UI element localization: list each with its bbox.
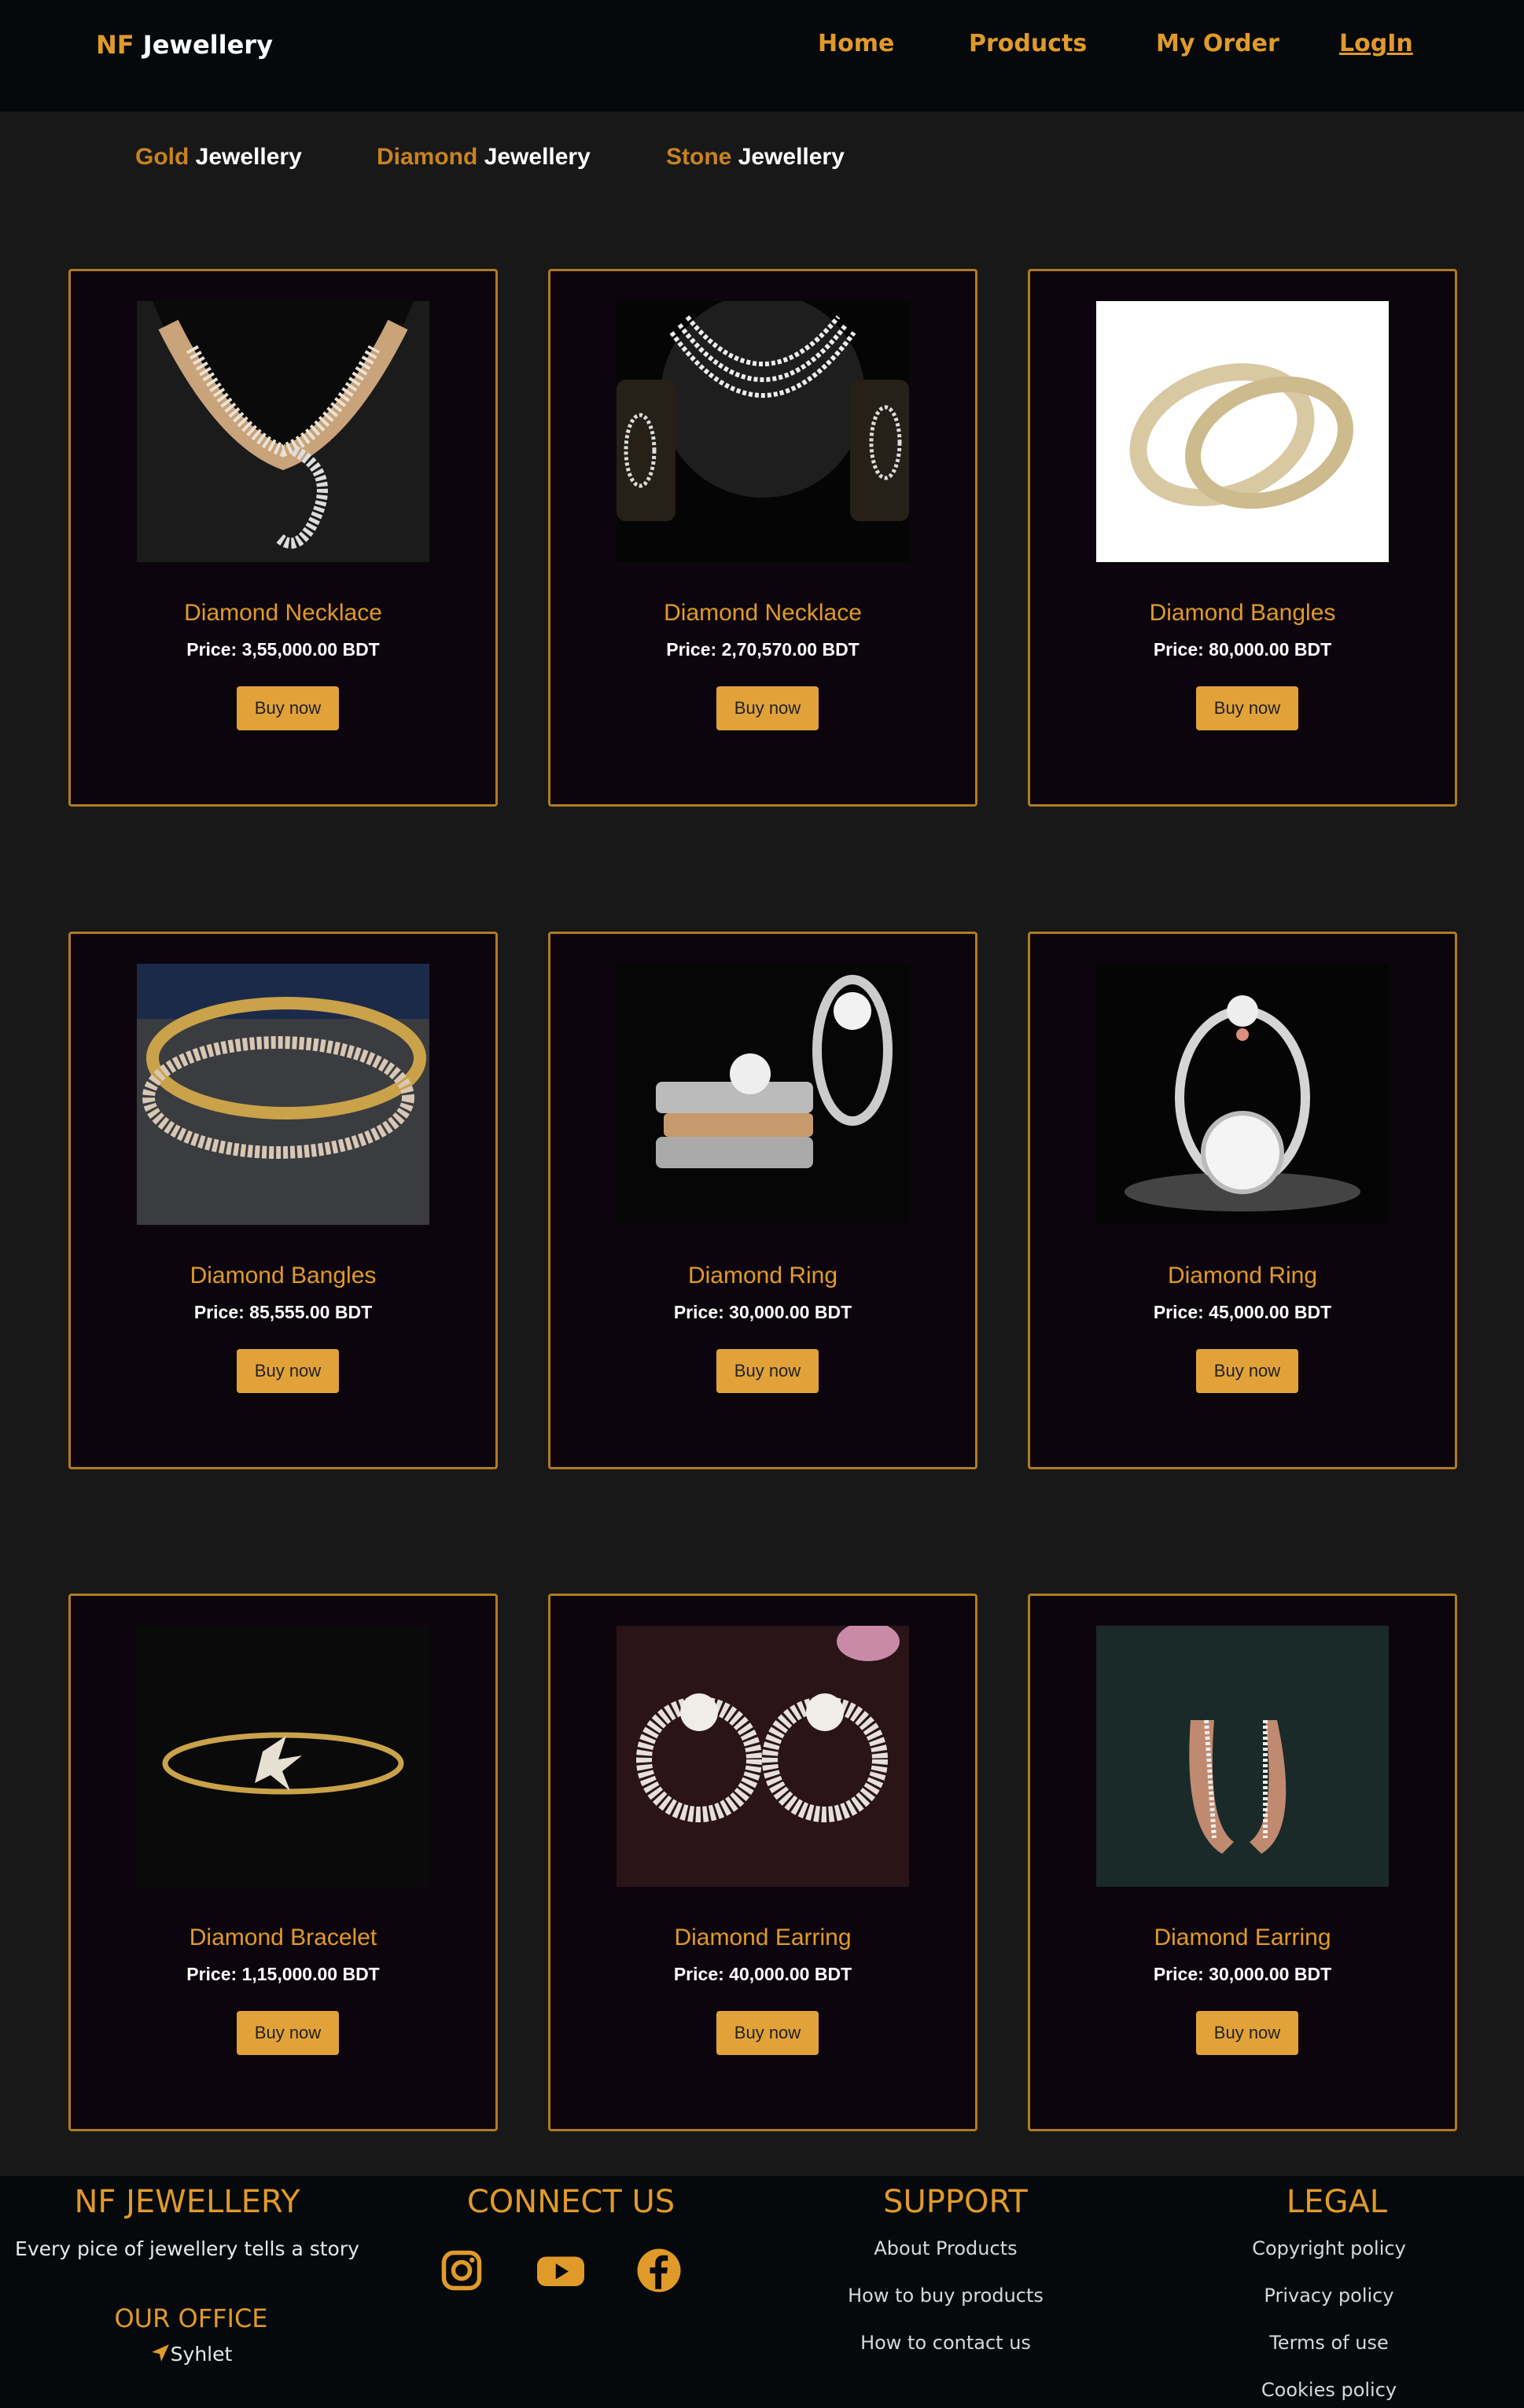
buy-now-button[interactable]: Buy now [1196,2011,1298,2055]
buy-now-button[interactable]: Buy now [1196,1349,1298,1393]
product-price: Price: 1,15,000.00 BDT [186,1964,380,1984]
support-title: SUPPORT [883,2184,1028,2220]
brand-logo[interactable]: NF Jewellery [96,30,273,60]
buy-now-button[interactable]: Buy now [716,1349,819,1393]
product-image-necklace[interactable] [617,301,909,562]
legal-title: LEGAL [1286,2184,1388,2220]
nav-products[interactable]: Products [969,30,1087,57]
product-name: Diamond Necklace [184,600,382,626]
category-gold[interactable]: Gold Jewellery [135,144,302,171]
product-price: Price: 80,000.00 BDT [1153,639,1332,660]
product-card: Diamond Bracelet Price: 1,15,000.00 BDT … [68,1594,498,2131]
location-arrow-icon [150,2343,171,2368]
nav-home[interactable]: Home [818,30,894,57]
product-price: Price: 2,70,570.00 BDT [666,639,860,660]
office-city: Syhlet [170,2343,233,2366]
buy-now-button[interactable]: Buy now [237,686,339,730]
product-card: Diamond Ring Price: 30,000.00 BDT Buy no… [548,932,977,1469]
office-title: OUR OFFICE [114,2303,268,2333]
product-image-bangles[interactable] [1096,301,1389,562]
legal-link-cookies[interactable]: Cookies policy [1144,2379,1514,2401]
support-link-how-to-contact[interactable]: How to contact us [786,2332,1105,2354]
product-image-necklace[interactable] [137,301,429,562]
product-card: Diamond Necklace Price: 3,55,000.00 BDT … [68,269,498,807]
category-gold-accent: Gold [135,144,190,170]
product-image-ring[interactable] [1096,964,1389,1225]
product-price: Price: 45,000.00 BDT [1153,1302,1332,1322]
category-diamond[interactable]: Diamond Jewellery [377,144,591,171]
product-image-ring[interactable] [617,964,909,1225]
product-name: Diamond Bangles [1149,600,1336,626]
product-name: Diamond Ring [1167,1263,1318,1289]
product-name: Diamond Ring [687,1263,838,1289]
product-price: Price: 3,55,000.00 BDT [186,639,380,660]
legal-link-copyright[interactable]: Copyright policy [1144,2237,1514,2259]
nav-my-order[interactable]: My Order [1156,30,1279,57]
footer-tagline: Every pice of jewellery tells a story [15,2237,359,2260]
brand-name: Jewellery [142,30,273,60]
category-stone-accent: Stone [666,144,732,170]
product-card: Diamond Earring Price: 30,000.00 BDT Buy… [1028,1594,1457,2131]
category-diamond-rest: Jewellery [484,144,591,170]
product-card: Diamond Earring Price: 40,000.00 BDT Buy… [548,1594,977,2131]
office-location: Syhlet [0,2343,382,2368]
product-price: Price: 40,000.00 BDT [673,1964,852,1984]
nav-login[interactable]: LogIn [1339,30,1413,57]
instagram-icon[interactable] [438,2247,485,2294]
product-price: Price: 30,000.00 BDT [1153,1964,1332,1984]
buy-now-button[interactable]: Buy now [716,2011,819,2055]
product-name: Diamond Bracelet [189,1925,377,1950]
top-navbar: NF Jewellery Home Products My Order LogI… [0,0,1524,112]
facebook-icon[interactable] [635,2247,683,2294]
buy-now-button[interactable]: Buy now [716,686,819,730]
connect-title: CONNECT US [466,2184,675,2220]
support-link-about-products[interactable]: About Products [786,2237,1105,2259]
product-card: Diamond Bangles Price: 80,000.00 BDT Buy… [1028,269,1457,807]
product-name: Diamond Earring [674,1925,852,1950]
product-price: Price: 85,555.00 BDT [193,1302,373,1322]
product-image-bangles[interactable] [137,964,429,1225]
product-name: Diamond Bangles [190,1263,377,1289]
product-image-earring[interactable] [617,1626,909,1887]
buy-now-button[interactable]: Buy now [237,1349,339,1393]
product-card: Diamond Ring Price: 45,000.00 BDT Buy no… [1028,932,1457,1469]
category-gold-rest: Jewellery [195,144,302,170]
buy-now-button[interactable]: Buy now [237,2011,339,2055]
category-stone[interactable]: Stone Jewellery [666,144,845,171]
category-diamond-accent: Diamond [377,144,478,170]
youtube-icon[interactable] [535,2247,587,2294]
product-price: Price: 30,000.00 BDT [673,1302,852,1322]
footer-brand: NF JEWELLERY [74,2184,300,2220]
product-card: Diamond Necklace Price: 2,70,570.00 BDT … [548,269,977,807]
product-image-bracelet[interactable] [137,1626,429,1887]
product-name: Diamond Earring [1154,1925,1331,1950]
product-card: Diamond Bangles Price: 85,555.00 BDT Buy… [68,932,498,1469]
category-stone-rest: Jewellery [738,144,845,170]
buy-now-button[interactable]: Buy now [1196,686,1298,730]
product-name: Diamond Necklace [664,600,862,626]
support-link-how-to-buy[interactable]: How to buy products [786,2285,1105,2307]
product-image-earring[interactable] [1096,1626,1389,1887]
legal-link-privacy[interactable]: Privacy policy [1144,2285,1514,2307]
brand-accent: NF [96,30,134,60]
legal-link-terms[interactable]: Terms of use [1144,2332,1514,2354]
